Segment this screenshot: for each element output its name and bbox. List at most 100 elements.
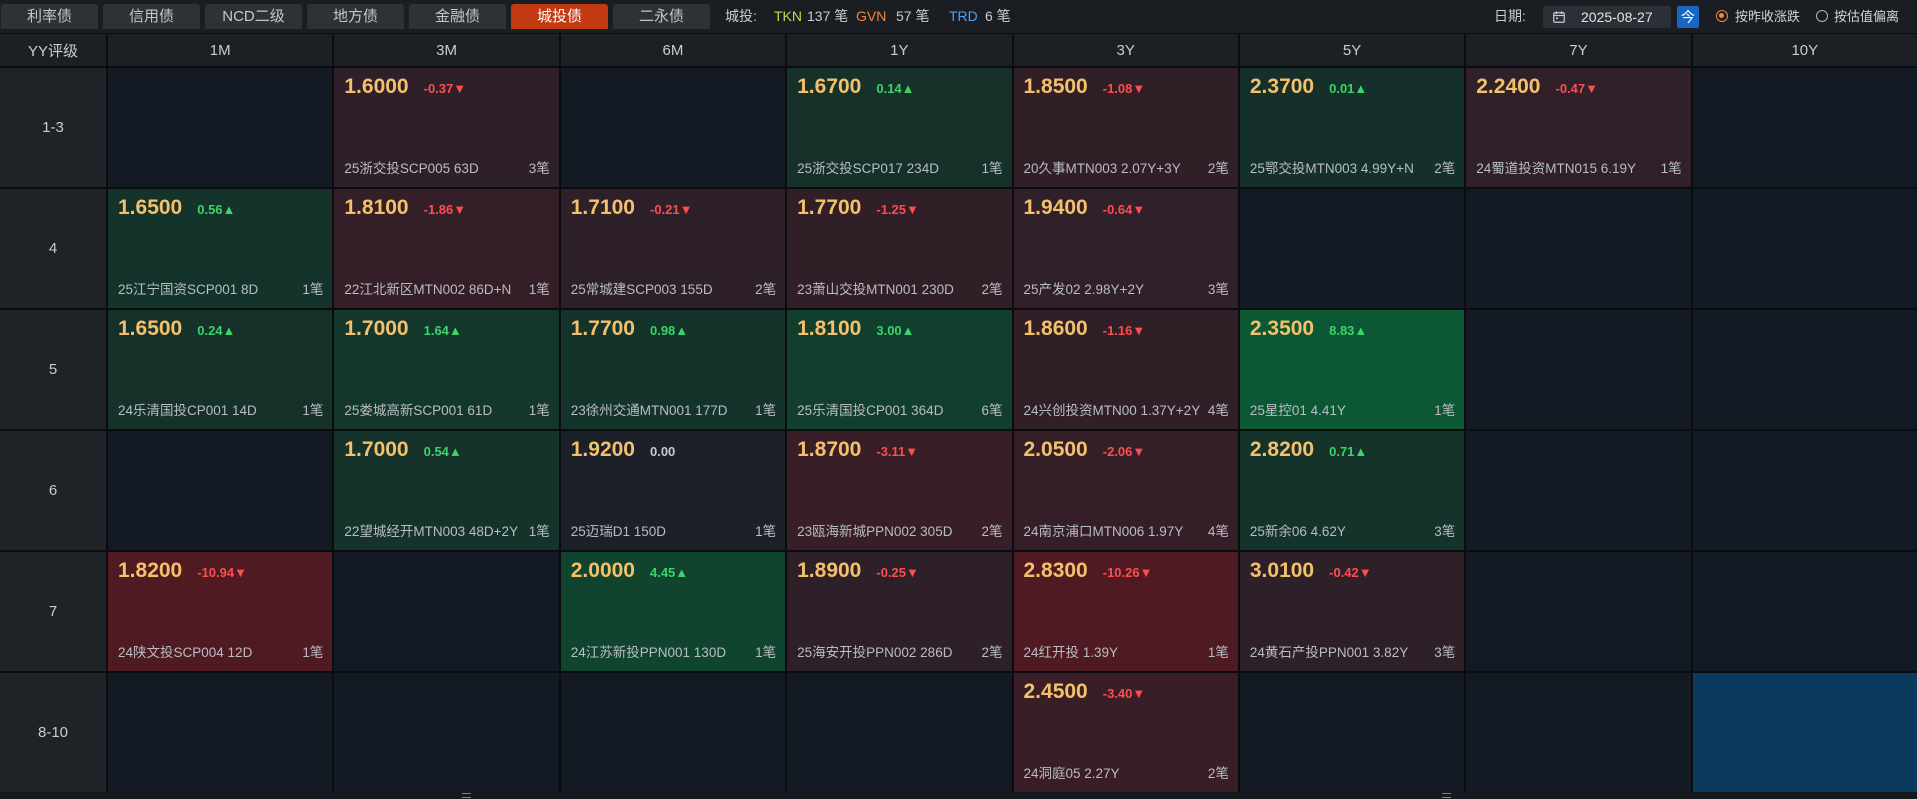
quote-cell[interactable]: 1.8500 -1.08▼ 20久事MTN003 2.07Y+3Y 2笔 bbox=[1013, 68, 1238, 187]
quote-cell[interactable]: 1.9400 -0.64▼ 25产发02 2.98Y+2Y 3笔 bbox=[1013, 189, 1238, 308]
tenor-header[interactable]: 10Y bbox=[1692, 34, 1917, 66]
tenor-header[interactable]: 1M bbox=[108, 34, 333, 66]
tenor-header[interactable]: 5Y bbox=[1239, 34, 1465, 66]
empty-cell[interactable] bbox=[108, 673, 333, 792]
date-picker[interactable]: 2025-08-27 bbox=[1543, 6, 1671, 28]
empty-cell[interactable] bbox=[1239, 189, 1465, 308]
empty-cell[interactable] bbox=[560, 68, 786, 187]
quote-footer: 24蜀道投资MTN015 6.19Y 1笔 bbox=[1476, 157, 1681, 177]
empty-cell[interactable] bbox=[1466, 552, 1691, 671]
mode-label-prev-close[interactable]: 按昨收涨跌 bbox=[1735, 0, 1800, 33]
tenor-header[interactable]: 3M bbox=[334, 34, 559, 66]
quote-cell[interactable]: 2.3500 8.83▲ 25星控01 4.41Y 1笔 bbox=[1239, 310, 1465, 429]
quote-cell[interactable]: 2.0500 -2.06▼ 24南京浦口MTN006 1.97Y 4笔 bbox=[1013, 431, 1238, 550]
quote-header: 1.8100 -1.86▼ bbox=[344, 196, 549, 220]
quote-cell[interactable]: 2.8200 0.71▲ 25新余06 4.62Y 3笔 bbox=[1239, 431, 1465, 550]
tenor-header[interactable]: 6M bbox=[560, 34, 786, 66]
mode-label-valuation[interactable]: 按估值偏离 bbox=[1834, 0, 1899, 33]
quote-cell[interactable]: 1.7000 0.54▲ 22望城经开MTN003 48D+2Y 1笔 bbox=[334, 431, 559, 550]
empty-cell[interactable] bbox=[1239, 673, 1465, 792]
quote-cell[interactable]: 1.8700 -3.11▼ 23瓯海新城PPN002 305D 2笔 bbox=[787, 431, 1012, 550]
empty-cell[interactable] bbox=[334, 552, 559, 671]
yield-value: 1.9200 bbox=[570, 438, 635, 461]
splitter-handle[interactable] bbox=[1442, 793, 1451, 798]
rating-label: 1-3 bbox=[0, 68, 106, 187]
tab-perpetual[interactable]: 二永债 bbox=[613, 4, 710, 29]
bond-name: 23萧山交投MTN001 230D bbox=[797, 282, 954, 297]
empty-cell[interactable] bbox=[1692, 552, 1917, 671]
trade-count: 2笔 bbox=[981, 645, 1003, 660]
quote-grid: YY评级 1M 3M 6M 1Y 3Y 5Y 7Y 10Y 1-3 1.6000 -0.37▼ 25浙交… bbox=[0, 34, 1917, 792]
quote-header: 1.8700 -3.11▼ bbox=[797, 438, 1002, 462]
change-value: 1.64▲ bbox=[423, 323, 462, 338]
quote-cell[interactable]: 1.6000 -0.37▼ 25浙交投SCP005 63D 3笔 bbox=[334, 68, 559, 187]
empty-cell[interactable] bbox=[1692, 68, 1917, 187]
empty-cell[interactable] bbox=[108, 431, 333, 550]
empty-cell[interactable] bbox=[1692, 310, 1917, 429]
bond-name: 25浙交投SCP017 234D bbox=[797, 161, 939, 176]
quote-cell[interactable]: 2.4500 -3.40▼ 24洞庭05 2.27Y 2笔 bbox=[1013, 673, 1238, 792]
quote-cell[interactable]: 1.8900 -0.25▼ 25海安开投PPN002 286D 2笔 bbox=[787, 552, 1012, 671]
change-value: -1.08▼ bbox=[1102, 81, 1146, 96]
quote-header: 1.7000 0.54▲ bbox=[344, 438, 549, 462]
selected-empty-cell[interactable] bbox=[1692, 673, 1917, 792]
tab-lgfv[interactable]: 城投债 bbox=[511, 4, 608, 29]
quote-cell[interactable]: 1.6500 0.24▲ 24乐清国投CP001 14D 1笔 bbox=[108, 310, 333, 429]
empty-cell[interactable] bbox=[108, 68, 333, 187]
quote-cell[interactable]: 1.8600 -1.16▼ 24兴创投资MTN00 1.37Y+2Y 4笔 bbox=[1013, 310, 1238, 429]
quote-cell[interactable]: 2.2400 -0.47▼ 24蜀道投资MTN015 6.19Y 1笔 bbox=[1466, 68, 1691, 187]
empty-cell[interactable] bbox=[334, 673, 559, 792]
quote-cell[interactable]: 1.8100 -1.86▼ 22江北新区MTN002 86D+N 1笔 bbox=[334, 189, 559, 308]
tab-ncd-secondary[interactable]: NCD二级 bbox=[205, 4, 302, 29]
yield-value: 2.3700 bbox=[1249, 75, 1315, 98]
quote-cell[interactable]: 1.7700 0.98▲ 23徐州交通MTN001 177D 1笔 bbox=[560, 310, 786, 429]
quote-cell[interactable]: 2.3700 0.01▲ 25鄂交投MTN003 4.99Y+N 2笔 bbox=[1239, 68, 1465, 187]
tab-local-gov[interactable]: 地方债 bbox=[307, 4, 404, 29]
bond-name: 22江北新区MTN002 86D+N bbox=[344, 282, 512, 297]
quote-footer: 24洞庭05 2.27Y 2笔 bbox=[1024, 762, 1229, 782]
tab-financial[interactable]: 金融债 bbox=[409, 4, 506, 29]
quote-cell[interactable]: 3.0100 -0.42▼ 24黄石产投PPN001 3.82Y 3笔 bbox=[1239, 552, 1465, 671]
tab-rates[interactable]: 利率债 bbox=[1, 4, 98, 29]
bond-name: 24红开投 1.39Y bbox=[1023, 645, 1119, 660]
empty-cell[interactable] bbox=[1466, 189, 1691, 308]
trade-count: 2笔 bbox=[755, 282, 777, 297]
empty-cell[interactable] bbox=[1466, 431, 1691, 550]
quote-cell[interactable]: 1.8200 -10.94▼ 24陕文投SCP004 12D 1笔 bbox=[108, 552, 333, 671]
bond-name: 25迈瑞D1 150D bbox=[570, 524, 667, 539]
splitter-handle[interactable] bbox=[462, 793, 471, 798]
yield-value: 2.8200 bbox=[1249, 438, 1315, 461]
today-button[interactable]: 今 bbox=[1677, 6, 1699, 28]
quote-cell[interactable]: 1.6500 0.56▲ 25江宁国资SCP001 8D 1笔 bbox=[108, 189, 333, 308]
empty-cell[interactable] bbox=[1692, 431, 1917, 550]
quote-header: 2.8200 0.71▲ bbox=[1250, 438, 1455, 462]
quote-cell[interactable]: 1.9200 0.00 25迈瑞D1 150D 1笔 bbox=[560, 431, 786, 550]
quote-cell[interactable]: 2.0000 4.45▲ 24江苏新投PPN001 130D 1笔 bbox=[560, 552, 786, 671]
empty-cell[interactable] bbox=[787, 673, 1012, 792]
tenor-header[interactable]: 1Y bbox=[787, 34, 1012, 66]
quote-cell[interactable]: 2.8300 -10.26▼ 24红开投 1.39Y 1笔 bbox=[1013, 552, 1238, 671]
source-code-tkn: TKN bbox=[774, 8, 802, 24]
empty-cell[interactable] bbox=[1466, 310, 1691, 429]
mode-radio-valuation[interactable] bbox=[1816, 10, 1828, 22]
change-value: -0.37▼ bbox=[423, 81, 467, 96]
quote-cell[interactable]: 1.7100 -0.21▼ 25常城建SCP003 155D 2笔 bbox=[560, 189, 786, 308]
empty-cell[interactable] bbox=[1692, 189, 1917, 308]
empty-cell[interactable] bbox=[1466, 673, 1691, 792]
tab-credit[interactable]: 信用债 bbox=[103, 4, 200, 29]
quote-cell[interactable]: 1.7000 1.64▲ 25娄城高新SCP001 61D 1笔 bbox=[334, 310, 559, 429]
quote-cell[interactable]: 1.8100 3.00▲ 25乐清国投CP001 364D 6笔 bbox=[787, 310, 1012, 429]
change-value: -3.40▼ bbox=[1102, 686, 1146, 701]
bond-name: 25新余06 4.62Y bbox=[1249, 524, 1346, 539]
quote-footer: 25海安开投PPN002 286D 2笔 bbox=[797, 641, 1002, 661]
yield-value: 1.8100 bbox=[344, 196, 409, 219]
yield-value: 1.7700 bbox=[570, 317, 635, 340]
quote-cell[interactable]: 1.6700 0.14▲ 25浙交投SCP017 234D 1笔 bbox=[787, 68, 1012, 187]
source-count-gvn: 57 笔 bbox=[896, 8, 930, 24]
empty-cell[interactable] bbox=[560, 673, 786, 792]
quote-header: 1.8100 3.00▲ bbox=[797, 317, 1002, 341]
quote-cell[interactable]: 1.7700 -1.25▼ 23萧山交投MTN001 230D 2笔 bbox=[787, 189, 1012, 308]
tenor-header[interactable]: 3Y bbox=[1013, 34, 1238, 66]
mode-radio-prev-close[interactable] bbox=[1716, 10, 1728, 22]
tenor-header[interactable]: 7Y bbox=[1466, 34, 1691, 66]
